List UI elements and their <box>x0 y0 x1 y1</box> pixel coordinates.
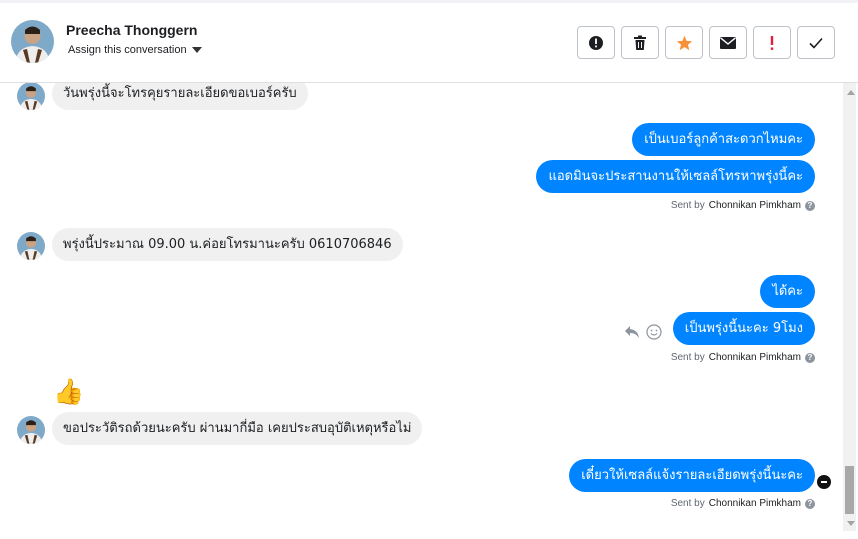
follow-up-button[interactable] <box>753 26 791 59</box>
avatar <box>17 232 45 260</box>
help-icon[interactable]: ? <box>805 352 815 363</box>
avatar[interactable] <box>11 20 54 63</box>
envelope-icon <box>720 36 736 49</box>
caret-down-icon <box>191 47 202 53</box>
scroll-up-arrow-icon[interactable] <box>847 90 855 95</box>
scroll-down-arrow-icon[interactable] <box>847 521 855 526</box>
message-bubble-incoming[interactable]: ขอประวัติรถด้วยนะครับ ผ่านมากี่มือ เคยปร… <box>52 412 423 445</box>
sent-by-prefix: Sent by <box>670 352 705 363</box>
message-tools <box>624 324 662 340</box>
avatar <box>17 83 45 110</box>
message-bubble-outgoing[interactable]: เดี๋ยวให้เซลล์แจ้งรายละเอียดพรุ่งนี้นะคะ <box>569 459 815 492</box>
sent-by-label: Sent by Chonnikan Pimkham ? <box>671 200 815 211</box>
message-bubble-outgoing[interactable]: แอดมินจะประสานงานให้เซลล์โทรหาพรุ่งนี้คะ <box>536 160 815 193</box>
message-bubble-outgoing[interactable]: เป็นเบอร์ลูกค้าสะดวกไหมคะ <box>632 123 815 156</box>
delete-button[interactable] <box>621 26 659 59</box>
mark-done-button[interactable] <box>797 26 835 59</box>
sent-by-label: Sent by Chonnikan Pimkham ? <box>671 498 815 509</box>
message-bubble-incoming[interactable]: พรุ่งนี้ประมาณ 09.00 น.ค่อยโทรมานะครับ 0… <box>52 228 403 261</box>
sent-by-agent: Chonnikan Pimkham <box>708 498 801 509</box>
mark-unread-button[interactable] <box>709 26 747 59</box>
message-thread[interactable]: วันพรุ่งนี้จะโทรคุยรายละเอียดขอเบอร์ครับ… <box>0 83 858 539</box>
star-icon <box>676 35 692 50</box>
check-icon <box>809 37 823 49</box>
reply-icon[interactable] <box>624 325 640 339</box>
trash-icon <box>634 35 646 50</box>
sent-by-prefix: Sent by <box>670 200 705 211</box>
sent-by-prefix: Sent by <box>670 498 705 509</box>
scrollbar[interactable] <box>843 83 856 531</box>
help-icon[interactable]: ? <box>805 498 815 509</box>
alert-icon <box>589 35 603 50</box>
scrollbar-thumb[interactable] <box>845 466 854 514</box>
contact-name: Preecha Thonggern <box>66 22 198 38</box>
thumbs-up-icon: 👍 <box>53 377 85 406</box>
assign-conversation-dropdown[interactable]: Assign this conversation <box>68 44 202 56</box>
seen-indicator-icon <box>817 475 831 489</box>
emoji-icon[interactable] <box>646 324 662 340</box>
sent-by-label: Sent by Chonnikan Pimkham ? <box>671 352 815 363</box>
sent-by-agent: Chonnikan Pimkham <box>708 200 801 211</box>
assign-label: Assign this conversation <box>68 44 187 56</box>
avatar <box>17 416 45 444</box>
thumbs-up-sticker[interactable]: 👍 <box>53 378 84 406</box>
message-bubble-outgoing[interactable]: เป็นพรุ่งนี้นะคะ 9โมง <box>672 312 815 345</box>
message-bubble-incoming[interactable]: วันพรุ่งนี้จะโทรคุยรายละเอียดขอเบอร์ครับ <box>52 83 308 110</box>
exclamation-icon <box>770 35 774 50</box>
conversation-header: Preecha Thonggern Assign this conversati… <box>0 0 858 83</box>
star-button[interactable] <box>665 26 703 59</box>
message-bubble-outgoing[interactable]: ได้คะ <box>760 275 815 308</box>
top-divider <box>0 0 858 3</box>
mark-spam-button[interactable] <box>577 26 615 59</box>
sent-by-agent: Chonnikan Pimkham <box>708 352 801 363</box>
help-icon[interactable]: ? <box>805 200 815 211</box>
conversation-toolbar <box>577 26 835 59</box>
